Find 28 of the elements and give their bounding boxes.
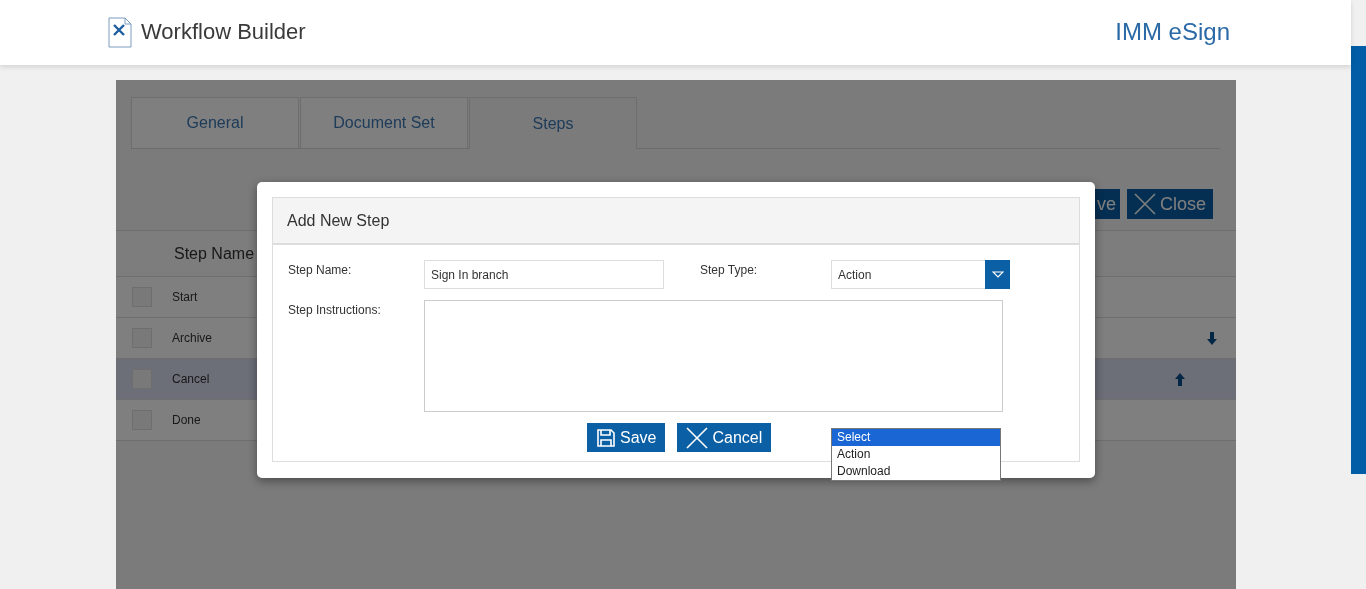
document-tools-icon xyxy=(108,17,132,48)
save-icon xyxy=(596,427,616,448)
close-button[interactable]: Close xyxy=(1126,189,1213,219)
field-label: Step Type: xyxy=(700,262,759,279)
cancel-button[interactable]: Cancel xyxy=(677,423,772,452)
brand-name: IMM eSign xyxy=(1115,17,1230,46)
arrow-down-icon[interactable] xyxy=(1207,331,1217,345)
scrollbar[interactable] xyxy=(1351,46,1366,474)
dropdown-option[interactable]: Action xyxy=(832,446,1000,463)
dropdown-option[interactable]: Download xyxy=(832,463,1000,480)
instructions-field[interactable] xyxy=(424,300,1003,412)
dropdown-option[interactable]: Select xyxy=(832,429,1000,446)
field-label: Step Name: xyxy=(288,262,353,279)
arrow-up-icon[interactable] xyxy=(1175,372,1185,386)
table-cell-text: Archive xyxy=(172,331,213,345)
field-label: Step Instructions: xyxy=(288,302,382,319)
save-button[interactable]: Save xyxy=(587,423,666,452)
caret-icon xyxy=(991,271,1004,278)
step-name-field[interactable]: Sign In branch xyxy=(424,260,664,289)
dialog-title: Add New Step xyxy=(273,198,1079,245)
step-type-select[interactable]: Action xyxy=(831,260,1010,289)
table-cell-text: Cancel xyxy=(172,372,211,386)
table-cell-text: Done xyxy=(172,413,202,427)
close-icon xyxy=(1133,193,1156,215)
column-header: Step Name xyxy=(174,244,255,263)
table-cell-text: Start xyxy=(172,290,199,304)
close-icon xyxy=(686,426,709,449)
app-title: Workflow Builder xyxy=(141,18,306,45)
